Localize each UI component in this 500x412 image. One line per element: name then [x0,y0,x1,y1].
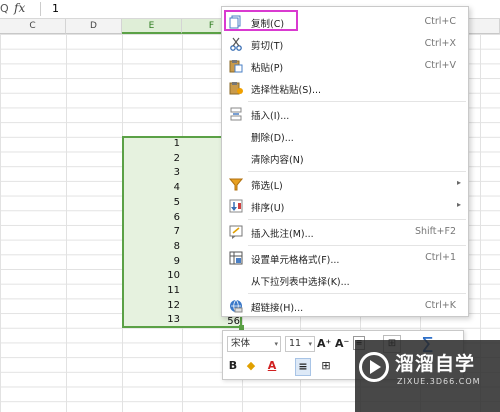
menu-item-cut[interactable]: 剪切(T) Ctrl+X [222,33,468,55]
filter-icon [229,178,243,191]
font-color-button[interactable]: A [265,358,279,374]
menu-item-shortcut: Ctrl+X [424,38,456,49]
cell-e1[interactable]: 1 [122,138,180,149]
menu-item-label: 筛选(L) [251,181,283,192]
menu-divider [248,219,466,220]
menu-item-label: 插入(I)... [251,111,290,122]
scissors-icon [230,37,242,51]
format-cells-icon [229,251,243,265]
menu-item-sort[interactable]: 排序(U) ▸ [222,195,468,217]
cell-e5[interactable]: 5 [122,197,180,208]
column-letter: F [208,21,215,31]
menu-item-label: 超链接(H)... [251,303,304,314]
menu-item-label: 剪切(T) [251,41,284,52]
font-size-select[interactable]: 11 ▾ [285,336,315,352]
align-center-button[interactable]: ≡ [295,358,311,376]
cell-e6[interactable]: 6 [122,212,180,223]
menu-item-label: 清除内容(N) [251,155,304,166]
menu-divider [248,171,466,172]
menu-item-label: 粘贴(P) [251,63,284,74]
cell-e2[interactable]: 2 [122,153,180,164]
menu-item-copy[interactable]: 复制(C) Ctrl+C [222,11,468,33]
menu-item-shortcut: Ctrl+1 [425,252,456,263]
column-letter: E [148,21,155,31]
menu-item-shortcut: Shift+F2 [414,226,456,237]
menu-item-hyperlink[interactable]: 超链接(H)... Ctrl+K [222,295,468,317]
formula-input[interactable]: 1 [52,2,59,15]
chevron-down-icon: ▾ [274,340,278,348]
menu-item-shortcut: Ctrl+K [424,300,456,311]
paste-special-icon [229,82,243,95]
menu-item-label: 插入批注(M)... [251,229,314,240]
zoom-icon[interactable]: Q [0,2,9,15]
grow-font-button[interactable]: A⁺ [317,336,331,352]
menu-item-format-cells[interactable]: 设置单元格格式(F)... Ctrl+1 [222,247,468,269]
column-letter: D [90,21,97,31]
menu-item-shortcut: Ctrl+C [424,16,457,27]
menu-item-label: 排序(U) [251,203,285,214]
hyperlink-icon [230,299,243,313]
menu-item-label: 从下拉列表中选择(K)... [251,277,350,288]
menu-item-label: 删除(D)... [251,133,294,144]
column-header-c[interactable]: C [0,19,66,34]
menu-item-pick-from-list[interactable]: 从下拉列表中选择(K)... [222,269,468,291]
column-letter: C [29,21,36,31]
insert-icon [230,107,242,121]
cell-e10[interactable]: 10 [122,270,180,281]
cell-e4[interactable]: 4 [122,182,180,193]
menu-divider [248,245,466,246]
menu-divider [248,293,466,294]
font-name-value: 宋体 [231,338,251,349]
chevron-down-icon: ▾ [308,340,312,348]
cell-e12[interactable]: 12 [122,300,180,311]
paste-icon [229,60,243,73]
menu-item-label: 选择性粘贴(S)... [251,85,322,96]
menu-item-insert-comment[interactable]: 插入批注(M)... Shift+F2 [222,221,468,243]
cell-e7[interactable]: 7 [122,226,180,237]
watermark-logo: 溜溜自学 ZIXUE.3D66.COM [355,340,500,412]
watermark-subtitle: ZIXUE.3D66.COM [397,377,481,386]
divider [40,2,41,16]
cell-e11[interactable]: 11 [122,285,180,296]
menu-item-clear[interactable]: 清除内容(N) [222,147,468,169]
font-name-select[interactable]: 宋体 ▾ [227,336,281,352]
menu-divider [248,101,466,102]
cell-e8[interactable]: 8 [122,241,180,252]
menu-item-delete[interactable]: 删除(D)... [222,125,468,147]
cell-f13[interactable]: 56 [218,316,240,327]
menu-item-label: 设置单元格格式(F)... [251,255,340,266]
menu-item-paste-special[interactable]: 选择性粘贴(S)... [222,77,468,99]
menu-item-label: 复制(C) [251,19,285,30]
font-size-value: 11 [289,338,302,349]
gridline [66,34,67,412]
submenu-arrow-icon: ▸ [456,178,461,187]
copy-icon [229,15,241,29]
cell-e9[interactable]: 9 [122,256,180,267]
menu-item-shortcut: Ctrl+V [424,60,456,71]
column-header-d[interactable]: D [66,19,122,34]
menu-item-paste[interactable]: 粘贴(P) Ctrl+V [222,55,468,77]
border-button[interactable]: ⊞ [319,358,333,374]
play-icon [370,360,381,374]
menu-item-insert[interactable]: 插入(I)... [222,103,468,125]
comment-icon [229,225,243,239]
column-header-e[interactable]: E [122,19,182,34]
shrink-font-button[interactable]: A⁻ [335,336,349,352]
sort-icon [229,199,243,213]
menu-item-filter[interactable]: 筛选(L) ▸ [222,173,468,195]
fill-color-icon[interactable]: ◆ [243,358,259,374]
cell-e3[interactable]: 3 [122,167,180,178]
submenu-arrow-icon: ▸ [456,200,461,209]
fx-icon[interactable]: fx [14,1,25,15]
cell-e13[interactable]: 13 [122,314,180,325]
watermark-title: 溜溜自学 [395,353,476,375]
bold-button[interactable]: B [227,358,239,374]
context-menu: 复制(C) Ctrl+C 剪切(T) Ctrl+X 粘贴(P) Ctrl+V 选… [221,6,469,317]
